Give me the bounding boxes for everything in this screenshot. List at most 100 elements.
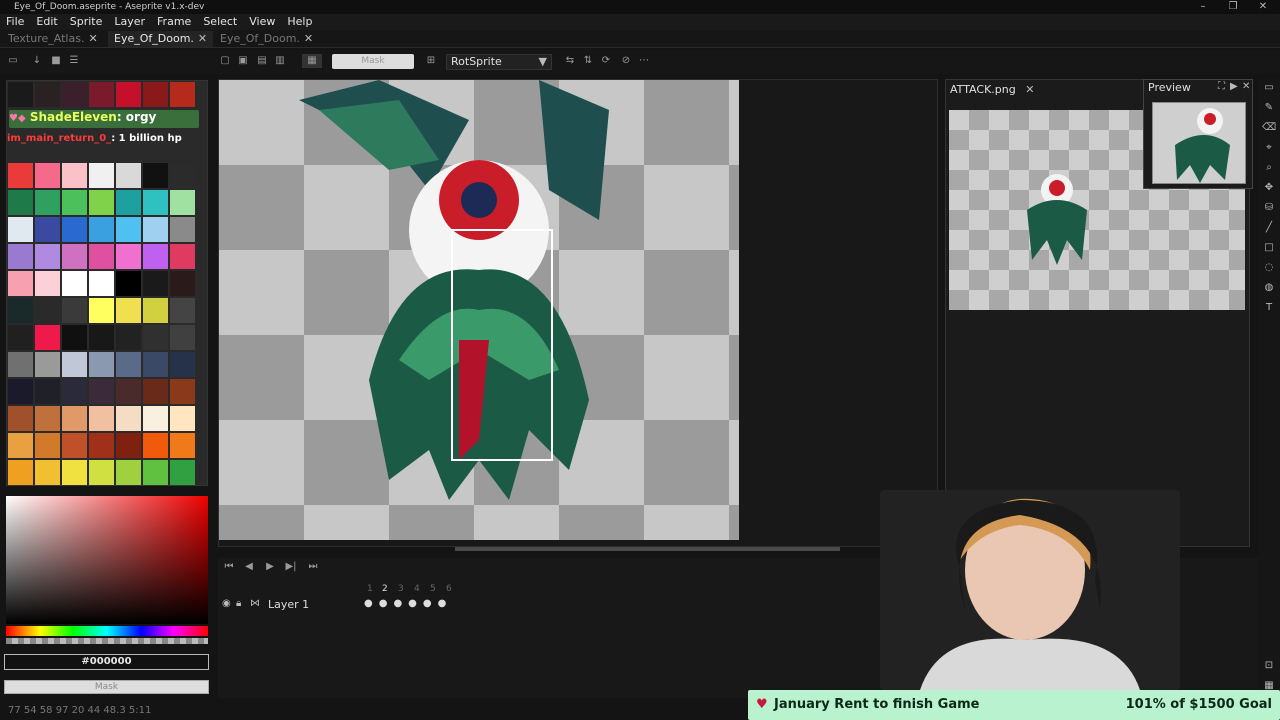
close-icon[interactable]: ✕ <box>1242 81 1250 92</box>
play-icon[interactable]: ▶ <box>263 560 277 574</box>
line-tool-icon[interactable]: ╱ <box>1262 221 1276 235</box>
eye-icon[interactable]: ◉ <box>222 598 231 609</box>
palette-swatch[interactable] <box>170 325 195 350</box>
no-rotate-icon[interactable]: ⊘ <box>619 54 633 68</box>
palette-swatch[interactable] <box>8 298 33 323</box>
palette-swatch[interactable] <box>35 325 60 350</box>
palette-swatch[interactable] <box>89 298 114 323</box>
marquee-tool-icon[interactable]: ▭ <box>1262 81 1276 95</box>
more-icon[interactable]: ⋯ <box>637 54 651 68</box>
palette-swatch[interactable] <box>35 379 60 404</box>
zoom-tool-icon[interactable]: ⌕ <box>1262 161 1276 175</box>
palette-swatch[interactable] <box>143 82 168 107</box>
palette-swatch[interactable] <box>35 460 60 485</box>
palette-swatch[interactable] <box>89 217 114 242</box>
palette-swatch[interactable] <box>8 406 33 431</box>
palette-swatch[interactable] <box>89 244 114 269</box>
palette-swatch[interactable] <box>35 244 60 269</box>
palette-swatch[interactable] <box>116 244 141 269</box>
frame-number[interactable]: 5 <box>430 584 436 594</box>
palette-swatch[interactable] <box>35 82 60 107</box>
palette-swatch[interactable] <box>62 406 87 431</box>
palette-swatch[interactable] <box>116 433 141 458</box>
restore-button[interactable]: ❐ <box>1218 0 1248 14</box>
palette-swatch[interactable] <box>35 271 60 296</box>
palette-swatch[interactable] <box>62 379 87 404</box>
palette-swatch[interactable] <box>170 406 195 431</box>
palette-swatch[interactable] <box>143 352 168 377</box>
palette-swatch[interactable] <box>170 217 195 242</box>
palette-swatch[interactable] <box>89 325 114 350</box>
palette-swatch[interactable] <box>89 82 114 107</box>
pivot-icon[interactable]: ⊞ <box>424 54 438 68</box>
play-icon[interactable]: ▶ <box>1230 81 1238 92</box>
palette-swatch[interactable] <box>62 163 87 188</box>
rotate-icon[interactable]: ⟳ <box>599 54 613 68</box>
save-icon[interactable]: ■ <box>49 54 63 68</box>
palette-swatch[interactable] <box>62 298 87 323</box>
palette-swatch[interactable] <box>89 163 114 188</box>
palette-swatch[interactable] <box>170 352 195 377</box>
menu-sprite[interactable]: Sprite <box>64 14 109 30</box>
palette-swatch[interactable] <box>143 271 168 296</box>
move-tool-icon[interactable]: ✥ <box>1262 181 1276 195</box>
palette-swatch[interactable] <box>170 190 195 215</box>
palette-swatch[interactable] <box>170 433 195 458</box>
lock-icon[interactable]: 🔒︎ <box>236 598 241 609</box>
menu-select[interactable]: Select <box>197 14 243 30</box>
palette-swatch[interactable] <box>8 217 33 242</box>
palette-swatch[interactable] <box>143 217 168 242</box>
hex-color-field[interactable]: #000000 <box>4 654 209 670</box>
close-icon[interactable]: ✕ <box>1025 83 1034 96</box>
palette-swatch[interactable] <box>143 298 168 323</box>
eraser-tool-icon[interactable]: ⌫ <box>1262 121 1276 135</box>
palette-swatch[interactable] <box>170 82 195 107</box>
palette-swatch[interactable] <box>8 352 33 377</box>
palette-swatch[interactable] <box>89 379 114 404</box>
text-tool-icon[interactable]: T <box>1262 301 1276 315</box>
select-intersect-icon[interactable]: ▥ <box>273 54 287 68</box>
layer-row[interactable]: ◉ 🔒︎ ⋈ Layer 1 ●●●●●● <box>218 598 458 612</box>
rectangle-tool-icon[interactable]: □ <box>1262 241 1276 255</box>
palette-swatch[interactable] <box>62 190 87 215</box>
lock-icon[interactable]: ▭ <box>6 54 20 68</box>
palette-swatch[interactable] <box>89 271 114 296</box>
palette-swatch[interactable] <box>8 82 33 107</box>
frame-number[interactable]: 1 <box>367 584 373 594</box>
select-subtract-icon[interactable]: ▤ <box>255 54 269 68</box>
palette-swatch[interactable] <box>8 460 33 485</box>
expand-icon[interactable]: ⛶ <box>1218 81 1225 92</box>
palette-swatch[interactable] <box>143 190 168 215</box>
palette-swatch[interactable] <box>62 460 87 485</box>
palette-swatch[interactable] <box>116 379 141 404</box>
frame-number-current[interactable]: 2 <box>382 584 388 594</box>
menu-frame[interactable]: Frame <box>151 14 197 30</box>
palette-swatch[interactable] <box>143 406 168 431</box>
menu-edit[interactable]: Edit <box>30 14 63 30</box>
sprite-canvas[interactable] <box>218 79 938 547</box>
hue-slider[interactable] <box>6 626 208 636</box>
palette-swatch[interactable] <box>116 325 141 350</box>
flip-horizontal-icon[interactable]: ⇆ <box>563 54 577 68</box>
palette-swatch[interactable] <box>8 379 33 404</box>
palette-swatch[interactable] <box>62 352 87 377</box>
zoom-1-1-icon[interactable]: ⊡ <box>1262 659 1276 673</box>
palette-swatch[interactable] <box>8 244 33 269</box>
palette-swatch[interactable] <box>8 325 33 350</box>
blur-tool-icon[interactable]: ◍ <box>1262 281 1276 295</box>
frame-number[interactable]: 4 <box>414 584 420 594</box>
palette-swatch[interactable] <box>62 271 87 296</box>
alpha-slider[interactable] <box>6 638 208 644</box>
palette-swatch[interactable] <box>62 325 87 350</box>
palette-swatch[interactable] <box>143 460 168 485</box>
palette-swatch[interactable] <box>116 271 141 296</box>
mask-color-button[interactable]: Mask <box>332 54 414 69</box>
palette-swatch[interactable] <box>35 433 60 458</box>
pencil-tool-icon[interactable]: ✎ <box>1262 101 1276 115</box>
close-icon[interactable]: ✕ <box>304 32 313 45</box>
frame-number[interactable]: 6 <box>446 584 452 594</box>
palette-swatch[interactable] <box>35 406 60 431</box>
menu-layer[interactable]: Layer <box>108 14 151 30</box>
palette-swatch[interactable] <box>116 82 141 107</box>
palette-swatch[interactable] <box>89 433 114 458</box>
